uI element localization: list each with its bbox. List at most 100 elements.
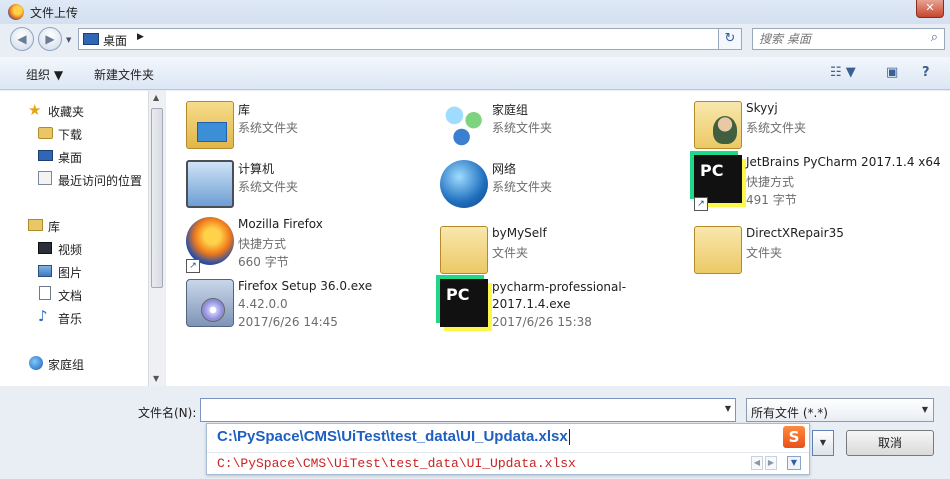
scroll-down-icon[interactable]: ▼ bbox=[153, 374, 159, 383]
firefox-icon bbox=[186, 217, 234, 265]
file-name: 库 bbox=[238, 103, 251, 117]
sidebar-item-documents[interactable]: 文档 bbox=[58, 287, 82, 305]
filename-dropdown-icon[interactable]: ▼ bbox=[725, 404, 731, 413]
file-type: 文件夹 bbox=[492, 246, 529, 260]
filename-field[interactable]: ▼ bbox=[200, 398, 736, 422]
file-item[interactable]: 网络 系统文件夹 bbox=[440, 158, 690, 216]
sidebar-item-recent[interactable]: 最近访问的位置 bbox=[58, 172, 142, 190]
breadcrumb-desktop[interactable]: 桌面 bbox=[103, 32, 127, 49]
file-size: 491 字节 bbox=[746, 193, 797, 207]
setup-installer-icon bbox=[186, 279, 234, 327]
title-bar: 文件上传 ✕ bbox=[0, 0, 950, 24]
recent-places-icon bbox=[38, 171, 52, 185]
sidebar-item-downloads[interactable]: 下载 bbox=[58, 126, 82, 144]
nav-scrollbar[interactable]: ▲ ▼ bbox=[148, 91, 165, 386]
filetype-dropdown-icon[interactable]: ▼ bbox=[922, 405, 928, 414]
sidebar-item-favorites[interactable]: 收藏夹 bbox=[48, 103, 84, 121]
filetype-select[interactable]: 所有文件 (*.*) ▼ bbox=[746, 398, 934, 422]
sidebar-item-pictures[interactable]: 图片 bbox=[58, 264, 82, 282]
computer-icon bbox=[186, 160, 234, 208]
file-type: 系统文件夹 bbox=[746, 121, 807, 135]
folder-icon bbox=[694, 226, 742, 274]
file-name: byMySelf bbox=[492, 226, 547, 240]
preview-pane-icon[interactable]: ▣ bbox=[886, 65, 898, 80]
view-options-icon[interactable]: ☷ ▼ bbox=[830, 65, 856, 80]
pycharm-badge: PC bbox=[700, 161, 724, 180]
file-name: pycharm-professional-2017.1.4.exe bbox=[492, 280, 627, 311]
recent-pages-dropdown[interactable]: ▼ bbox=[66, 36, 71, 44]
file-item[interactable]: byMySelf 文件夹 bbox=[440, 224, 690, 282]
scrollbar-thumb[interactable] bbox=[151, 108, 163, 288]
search-icon[interactable]: ⌕ bbox=[931, 30, 938, 45]
close-button[interactable]: ✕ bbox=[916, 0, 944, 18]
file-item[interactable]: PC pycharm-professional-2017.1.4.exe 201… bbox=[440, 277, 690, 335]
ime-divider bbox=[207, 452, 809, 453]
homegroup-icon bbox=[29, 356, 43, 370]
file-type: 系统文件夹 bbox=[492, 121, 553, 135]
star-icon: ★ bbox=[28, 101, 42, 119]
documents-icon bbox=[39, 286, 51, 300]
desktop-icon bbox=[83, 33, 99, 45]
file-item[interactable]: PC ↗ JetBrains PyCharm 2017.1.4 x64 快捷方式… bbox=[694, 153, 944, 211]
file-name: 网络 bbox=[492, 162, 517, 176]
file-item[interactable]: 计算机 系统文件夹 bbox=[186, 158, 436, 216]
file-version: 4.42.0.0 bbox=[238, 297, 288, 311]
new-folder-button[interactable]: 新建文件夹 bbox=[94, 66, 154, 83]
file-item[interactable]: 库 系统文件夹 bbox=[186, 99, 436, 157]
ime-expand-icon[interactable]: ▼ bbox=[787, 456, 801, 470]
filename-label: 文件名(N): bbox=[138, 406, 197, 420]
file-type: 文件夹 bbox=[746, 246, 783, 260]
file-name: 计算机 bbox=[238, 162, 275, 176]
music-icon: ♪ bbox=[38, 307, 48, 325]
help-icon[interactable]: ? bbox=[922, 65, 930, 80]
search-box[interactable]: ⌕ bbox=[752, 28, 945, 50]
homegroup-icon bbox=[440, 101, 488, 149]
sidebar-item-videos[interactable]: 视频 bbox=[58, 241, 82, 259]
file-type: 系统文件夹 bbox=[238, 121, 299, 135]
network-globe-icon bbox=[440, 160, 488, 208]
ime-popup: C:\PySpace\CMS\UiTest\test_data\UI_Updat… bbox=[206, 423, 810, 475]
file-item[interactable]: ↗ Mozilla Firefox 快捷方式 660 字节 bbox=[186, 215, 436, 273]
address-bar[interactable]: 桌面 ▶ ▼ bbox=[78, 28, 741, 50]
window-title: 文件上传 bbox=[30, 6, 79, 20]
pycharm-badge: PC bbox=[446, 285, 470, 304]
organize-menu[interactable]: 组织 ▼ bbox=[26, 66, 63, 83]
cancel-button[interactable]: 取消 bbox=[846, 430, 934, 456]
breadcrumb-chevron-icon[interactable]: ▶ bbox=[137, 32, 144, 42]
file-item[interactable]: DirectXRepair35 文件夹 bbox=[694, 224, 944, 282]
ime-candidate[interactable]: C:\PySpace\CMS\UiTest\test_data\UI_Updat… bbox=[217, 456, 576, 471]
search-input[interactable] bbox=[757, 31, 917, 47]
file-item[interactable]: Firefox Setup 36.0.exe 4.42.0.0 2017/6/2… bbox=[186, 277, 436, 335]
navigation-pane: ★ 收藏夹 下载 桌面 最近访问的位置 库 视频 图片 文档 ♪ 音乐 家庭组 bbox=[0, 91, 148, 386]
library-icon bbox=[28, 219, 43, 231]
ime-composition: C:\PySpace\CMS\UiTest\test_data\UI_Updat… bbox=[217, 428, 570, 446]
file-size: 660 字节 bbox=[238, 255, 289, 269]
file-list: 库 系统文件夹 家庭组 系统文件夹 Skyyj 系统文件夹 计算机 系统文件夹 … bbox=[166, 91, 950, 386]
file-item[interactable]: Skyyj 系统文件夹 bbox=[694, 99, 944, 157]
ime-prev-page-icon[interactable]: ◀ bbox=[751, 456, 763, 470]
sidebar-item-homegroup[interactable]: 家庭组 bbox=[48, 356, 84, 374]
sidebar-item-libraries[interactable]: 库 bbox=[48, 218, 60, 236]
file-type: 系统文件夹 bbox=[238, 180, 299, 194]
navigation-bar: ◀ ▶ ▼ 桌面 ▶ ▼ ↻ ⌕ bbox=[0, 24, 950, 56]
pictures-icon bbox=[38, 265, 52, 277]
file-name: JetBrains PyCharm 2017.1.4 x64 bbox=[746, 155, 941, 169]
file-name: DirectXRepair35 bbox=[746, 226, 844, 240]
toolbar: 组织 ▼ 新建文件夹 ☷ ▼ ▣ ? bbox=[0, 57, 950, 90]
desktop-icon bbox=[38, 150, 53, 161]
download-folder-icon bbox=[38, 127, 53, 139]
forward-button[interactable]: ▶ bbox=[38, 27, 62, 51]
sidebar-item-desktop[interactable]: 桌面 bbox=[58, 149, 82, 167]
scroll-up-icon[interactable]: ▲ bbox=[153, 93, 159, 102]
filetype-value: 所有文件 (*.*) bbox=[751, 406, 828, 420]
text-caret bbox=[568, 429, 570, 446]
ime-next-page-icon[interactable]: ▶ bbox=[765, 456, 777, 470]
file-name: Mozilla Firefox bbox=[238, 217, 323, 231]
file-item[interactable]: 家庭组 系统文件夹 bbox=[440, 99, 690, 157]
back-button[interactable]: ◀ bbox=[10, 27, 34, 51]
open-dropdown-button[interactable]: ▼ bbox=[812, 430, 834, 456]
shortcut-arrow-icon: ↗ bbox=[186, 259, 200, 273]
refresh-button[interactable]: ↻ bbox=[718, 28, 742, 50]
sidebar-item-music[interactable]: 音乐 bbox=[58, 310, 82, 328]
sogou-ime-logo-icon: S bbox=[783, 426, 805, 448]
